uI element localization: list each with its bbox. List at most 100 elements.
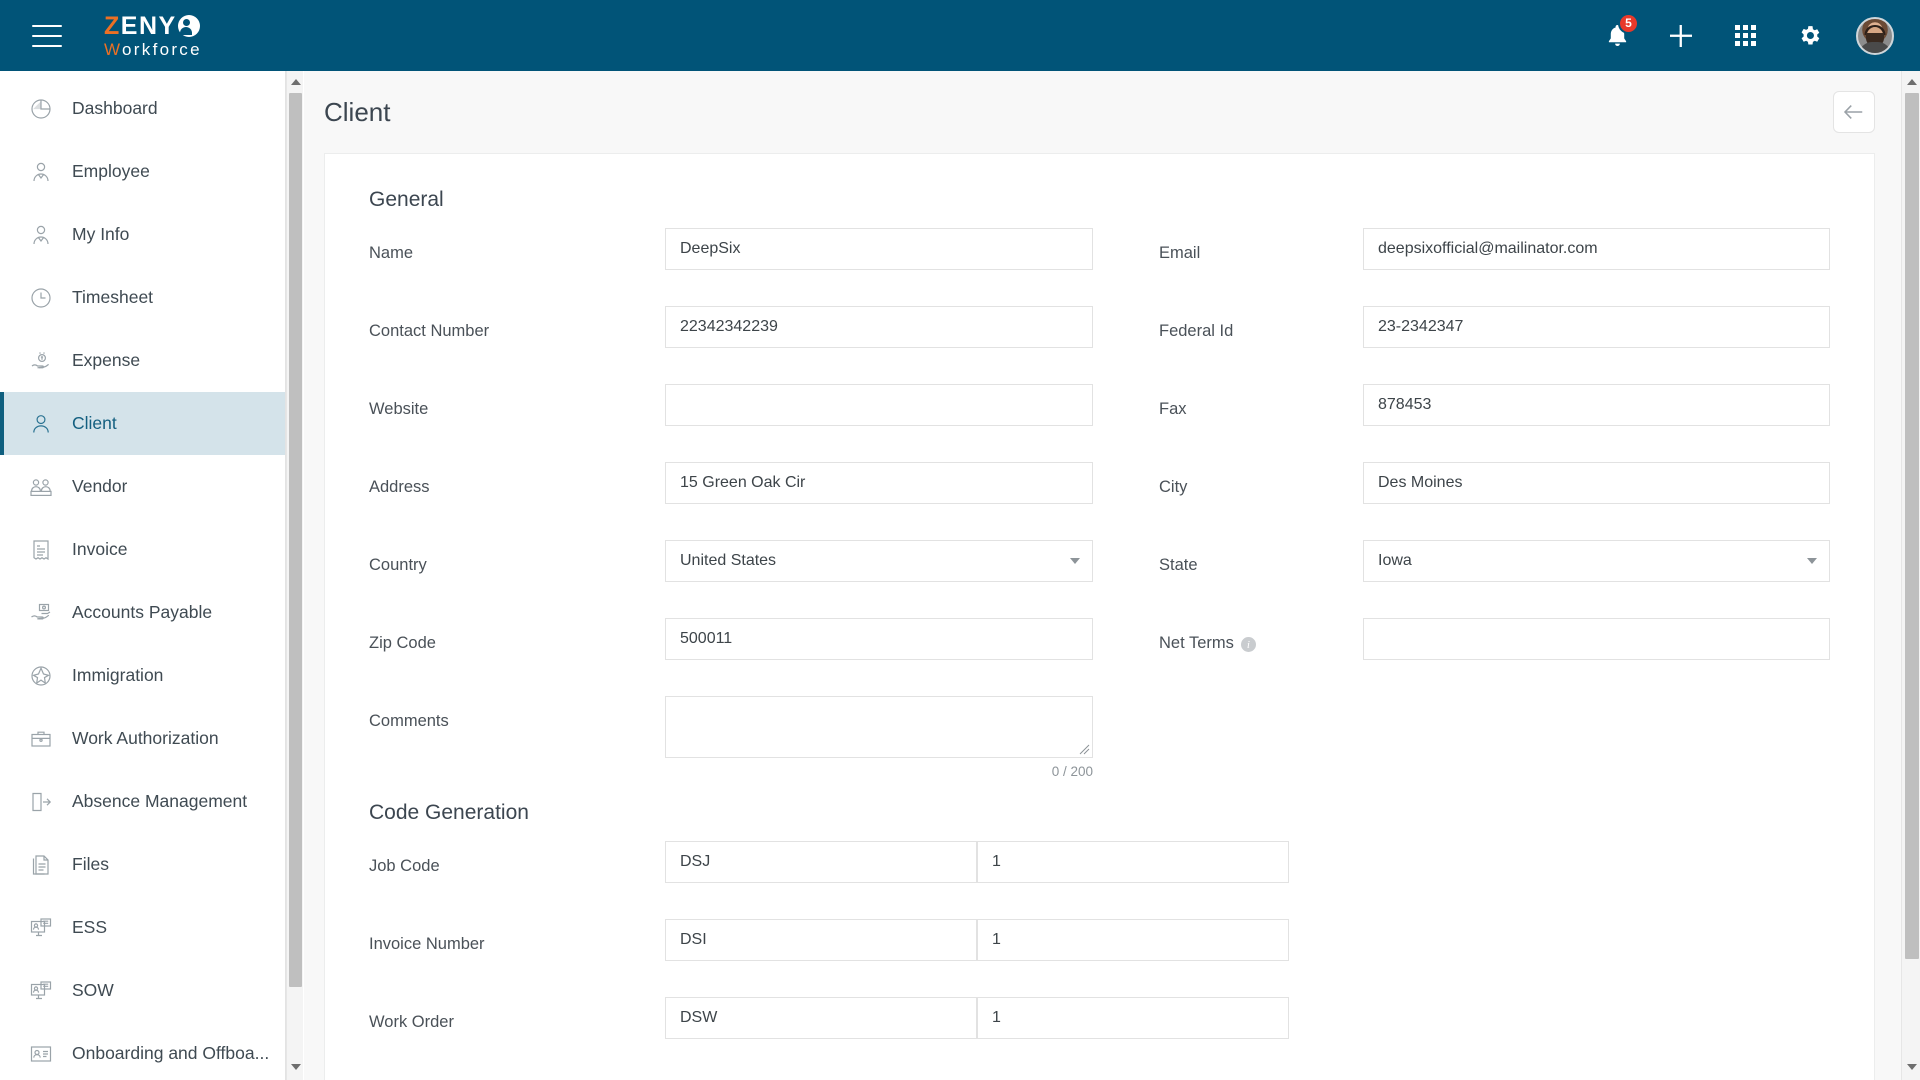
field-value: 22342342239	[680, 318, 778, 335]
input-invoice-number-number[interactable]: 1	[977, 919, 1289, 961]
select-state[interactable]: Iowa	[1363, 540, 1830, 582]
input-job-code-number[interactable]: 1	[977, 841, 1289, 883]
field-value: 1	[992, 853, 1001, 870]
prefix-cell-job-code: DSJ	[665, 841, 977, 919]
sidebar-item-vendor[interactable]: Vendor	[0, 455, 285, 518]
label-text: Name	[369, 244, 414, 262]
plus-icon	[1670, 24, 1692, 47]
add-button[interactable]	[1664, 19, 1698, 53]
back-button[interactable]	[1833, 91, 1875, 133]
sidebar-item-employee[interactable]: Employee	[0, 140, 285, 203]
sidebar-item-timesheet[interactable]: Timesheet	[0, 266, 285, 329]
sidebar-item-files[interactable]: Files	[0, 833, 285, 896]
settings-button[interactable]	[1792, 19, 1826, 53]
resize-grip-icon[interactable]	[1078, 743, 1090, 755]
notification-badge: 5	[1618, 12, 1639, 34]
comments-textarea[interactable]	[665, 696, 1093, 758]
input-name[interactable]: DeepSix	[665, 228, 1093, 270]
label-text: Email	[1159, 244, 1201, 262]
control-city: Des Moines	[1363, 462, 1830, 540]
sidebar-item-label: SOW	[72, 980, 114, 1000]
sidebar-scroll-down-icon[interactable]	[287, 1058, 304, 1076]
hamburger-menu-icon[interactable]	[32, 24, 62, 47]
field-value: Des Moines	[1378, 474, 1463, 491]
field-value: DSJ	[680, 853, 711, 870]
main-scroll-thumb[interactable]	[1905, 93, 1919, 959]
back-arrow-icon	[1843, 105, 1863, 119]
input-net-terms[interactable]	[1363, 618, 1830, 660]
label-text: Net Terms	[1159, 634, 1234, 652]
my-info-icon	[28, 222, 54, 248]
info-icon[interactable]: i	[1240, 637, 1256, 652]
sidebar-item-absence-management[interactable]: Absence Management	[0, 770, 285, 833]
input-city[interactable]: Des Moines	[1363, 462, 1830, 504]
person-icon	[28, 411, 54, 437]
sidebar-item-expense[interactable]: Expense	[0, 329, 285, 392]
sidebar-item-immigration[interactable]: Immigration	[0, 644, 285, 707]
code-generation-section-title: Code Generation	[369, 801, 529, 824]
sidebar-item-client[interactable]: Client	[0, 392, 285, 455]
monitor-person-icon	[28, 915, 54, 941]
sidebar-item-accounts-payable[interactable]: Accounts Payable	[0, 581, 285, 644]
input-work-order-prefix[interactable]: DSW	[665, 997, 977, 1039]
app-header: Z ENY Workforce 5	[0, 0, 1920, 71]
page-header: Client	[304, 71, 1901, 153]
control-net-terms	[1363, 618, 1830, 696]
right-column-cell: State Iowa	[1093, 540, 1830, 618]
header-actions: 5	[1600, 12, 1894, 55]
label-text: Invoice Number	[369, 935, 485, 953]
control-fax: 878453	[1363, 384, 1830, 462]
input-zip-code[interactable]: 500011	[665, 618, 1093, 660]
label-text: Job Code	[369, 857, 440, 875]
label-work-order: Work Order	[369, 997, 665, 1075]
prefix-cell-invoice-number: DSI	[665, 919, 977, 997]
sidebar-item-my-info[interactable]: My Info	[0, 203, 285, 266]
globe-plane-icon	[28, 663, 54, 689]
sidebar-item-work-authorization[interactable]: Work Authorization	[0, 707, 285, 770]
input-contact-number[interactable]: 22342342239	[665, 306, 1093, 348]
sidebar-scroll-up-icon[interactable]	[287, 73, 304, 91]
input-email[interactable]: deepsixofficial@mailinator.com	[1363, 228, 1830, 270]
sidebar-item-sow[interactable]: SOW	[0, 959, 285, 1022]
label-state: State	[1093, 540, 1363, 618]
sidebar-item-label: Invoice	[72, 539, 128, 559]
sidebar-navigation: Dashboard Employee My Info Timesheet Expense…	[0, 71, 286, 1080]
main-scrollbar[interactable]	[1901, 71, 1920, 1080]
input-website[interactable]	[665, 384, 1093, 426]
field-value: deepsixofficial@mailinator.com	[1378, 240, 1598, 257]
sidebar-item-ess[interactable]: ESS	[0, 896, 285, 959]
control-zip-code: 500011	[665, 618, 1093, 696]
user-avatar[interactable]	[1856, 16, 1894, 55]
general-fields-grid: Name DeepSix Email deepsixofficial@mailinat…	[369, 228, 1830, 696]
label-text: Work Order	[369, 1013, 454, 1031]
sidebar-item-invoice[interactable]: Invoice	[0, 518, 285, 581]
input-fax[interactable]: 878453	[1363, 384, 1830, 426]
main-scroll-up-icon[interactable]	[1902, 73, 1920, 91]
brand-person-mark-icon	[177, 15, 200, 37]
sidebar-item-label: Absence Management	[72, 791, 248, 811]
field-value: DeepSix	[680, 240, 741, 257]
label-net-terms: Net Terms i	[1093, 618, 1363, 696]
sidebar-item-onboarding-and-offboa[interactable]: Onboarding and Offboa...	[0, 1022, 285, 1080]
sidebar-item-dashboard[interactable]: Dashboard	[0, 77, 285, 140]
label-website: Website	[369, 384, 665, 462]
page-title: Client	[324, 96, 391, 127]
input-address[interactable]: 15 Green Oak Cir	[665, 462, 1093, 504]
input-work-order-number[interactable]: 1	[977, 997, 1289, 1039]
briefcase-icon	[28, 726, 54, 752]
input-job-code-prefix[interactable]: DSJ	[665, 841, 977, 883]
sidebar-scroll-thumb[interactable]	[289, 93, 302, 987]
control-country: United States	[665, 540, 1093, 618]
select-country[interactable]: United States	[665, 540, 1093, 582]
apps-button[interactable]	[1728, 19, 1762, 53]
notifications-button[interactable]: 5	[1600, 12, 1639, 53]
main-scroll-down-icon[interactable]	[1902, 1058, 1920, 1076]
input-invoice-number-prefix[interactable]: DSI	[665, 919, 977, 961]
control-federal-id: 23-2342347	[1363, 306, 1830, 384]
sidebar-scrollbar[interactable]	[286, 71, 303, 1080]
field-value: DSI	[680, 931, 707, 948]
label-job-code: Job Code	[369, 841, 665, 919]
control-website	[665, 384, 1093, 462]
input-federal-id[interactable]: 23-2342347	[1363, 306, 1830, 348]
